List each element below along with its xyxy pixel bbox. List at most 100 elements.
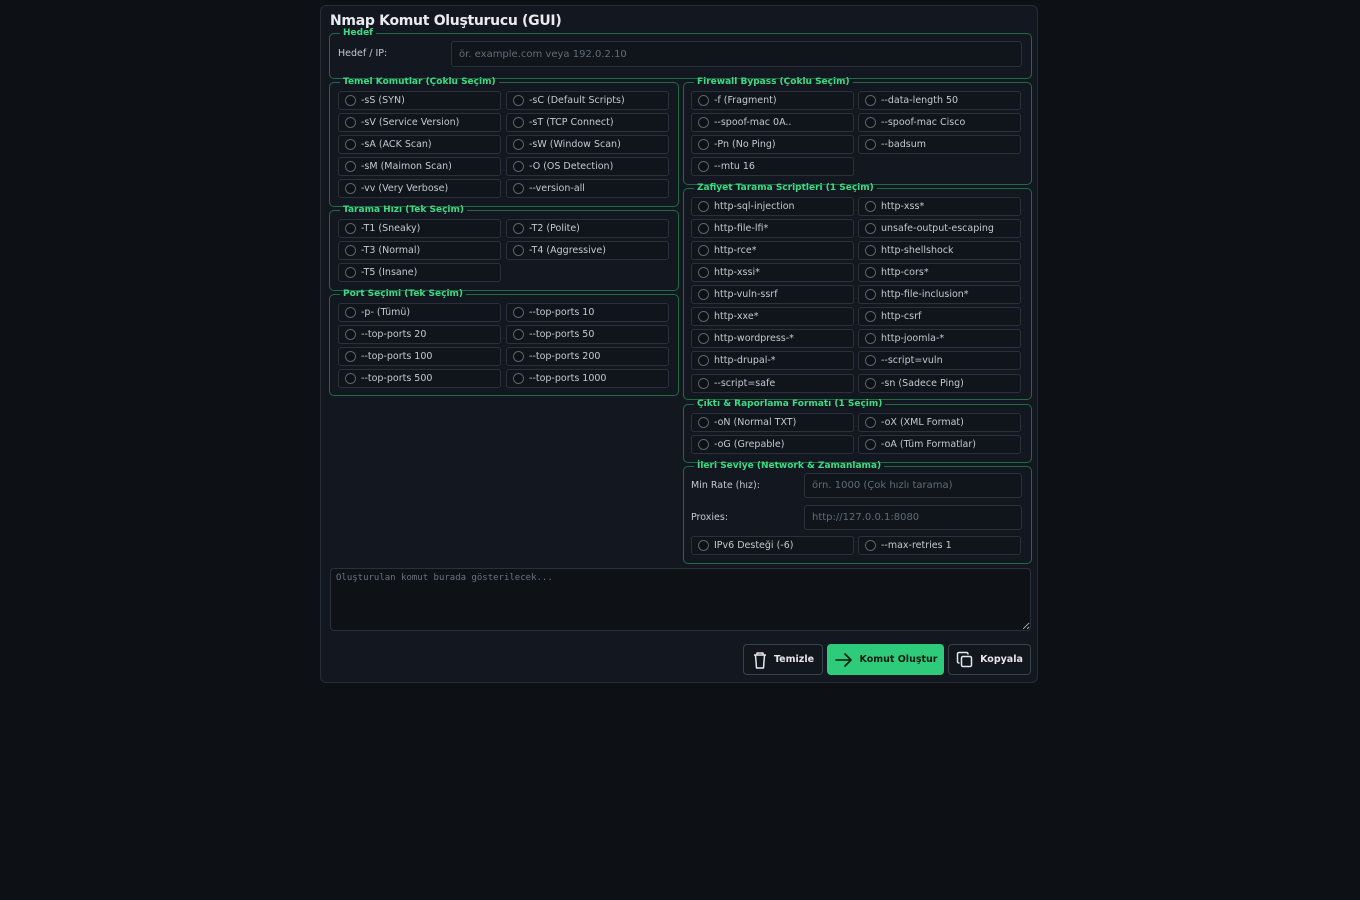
radio-icon[interactable] bbox=[865, 311, 876, 322]
option-vuln-sql-injection[interactable]: http-sql-injection bbox=[691, 197, 854, 216]
radio-icon[interactable] bbox=[865, 223, 876, 234]
radio-icon[interactable] bbox=[698, 267, 709, 278]
radio-icon[interactable] bbox=[698, 245, 709, 256]
option-timing-t1[interactable]: -T1 (Sneaky) bbox=[338, 219, 501, 238]
option-fw-data-length[interactable]: --data-length 50 bbox=[858, 91, 1021, 110]
checkbox-icon[interactable] bbox=[513, 117, 524, 128]
option-basic-sc[interactable]: -sC (Default Scripts) bbox=[506, 91, 669, 110]
radio-icon[interactable] bbox=[345, 267, 356, 278]
option-vuln-unsafe-output[interactable]: unsafe-output-escaping bbox=[858, 219, 1021, 238]
checkbox-icon[interactable] bbox=[513, 95, 524, 106]
radio-icon[interactable] bbox=[698, 289, 709, 300]
option-vuln-shellshock[interactable]: http-shellshock bbox=[858, 241, 1021, 260]
radio-icon[interactable] bbox=[698, 355, 709, 366]
min-rate-input[interactable] bbox=[804, 473, 1022, 498]
option-ports-top10[interactable]: --top-ports 10 bbox=[506, 303, 669, 322]
option-vuln-rce[interactable]: http-rce* bbox=[691, 241, 854, 260]
option-ports-top200[interactable]: --top-ports 200 bbox=[506, 347, 669, 366]
checkbox-icon[interactable] bbox=[513, 183, 524, 194]
option-basic-vv[interactable]: -vv (Very Verbose) bbox=[338, 179, 501, 198]
option-fw-fragment[interactable]: -f (Fragment) bbox=[691, 91, 854, 110]
checkbox-icon[interactable] bbox=[345, 139, 356, 150]
checkbox-icon[interactable] bbox=[698, 161, 709, 172]
option-basic-version-all[interactable]: --version-all bbox=[506, 179, 669, 198]
option-ports-top100[interactable]: --top-ports 100 bbox=[338, 347, 501, 366]
option-vuln-cors[interactable]: http-cors* bbox=[858, 263, 1021, 282]
checkbox-icon[interactable] bbox=[513, 139, 524, 150]
option-basic-sv[interactable]: -sV (Service Version) bbox=[338, 113, 501, 132]
radio-icon[interactable] bbox=[865, 378, 876, 389]
radio-icon[interactable] bbox=[698, 378, 709, 389]
option-vuln-file-inclusion[interactable]: http-file-inclusion* bbox=[858, 285, 1021, 304]
radio-icon[interactable] bbox=[698, 201, 709, 212]
radio-icon[interactable] bbox=[345, 307, 356, 318]
option-output-normal[interactable]: -oN (Normal TXT) bbox=[691, 413, 854, 432]
checkbox-icon[interactable] bbox=[865, 95, 876, 106]
checkbox-icon[interactable] bbox=[698, 540, 709, 551]
radio-icon[interactable] bbox=[345, 351, 356, 362]
option-vuln-xxe[interactable]: http-xxe* bbox=[691, 307, 854, 326]
radio-icon[interactable] bbox=[513, 351, 524, 362]
radio-icon[interactable] bbox=[698, 439, 709, 450]
target-input[interactable] bbox=[451, 41, 1022, 67]
option-ports-all[interactable]: -p- (Tümü) bbox=[338, 303, 501, 322]
option-ports-top20[interactable]: --top-ports 20 bbox=[338, 325, 501, 344]
clear-button[interactable]: Temizle bbox=[743, 644, 823, 675]
option-basic-sw[interactable]: -sW (Window Scan) bbox=[506, 135, 669, 154]
option-timing-t4[interactable]: -T4 (Aggressive) bbox=[506, 241, 669, 260]
command-output[interactable] bbox=[330, 568, 1031, 631]
checkbox-icon[interactable] bbox=[698, 117, 709, 128]
radio-icon[interactable] bbox=[865, 201, 876, 212]
checkbox-icon[interactable] bbox=[345, 95, 356, 106]
option-timing-t3[interactable]: -T3 (Normal) bbox=[338, 241, 501, 260]
option-basic-o[interactable]: -O (OS Detection) bbox=[506, 157, 669, 176]
option-basic-sm[interactable]: -sM (Maimon Scan) bbox=[338, 157, 501, 176]
option-vuln-joomla[interactable]: http-joomla-* bbox=[858, 329, 1021, 348]
option-vuln-ssrf[interactable]: http-vuln-ssrf bbox=[691, 285, 854, 304]
option-ipv6[interactable]: IPv6 Desteği (-6) bbox=[691, 536, 854, 555]
radio-icon[interactable] bbox=[865, 289, 876, 300]
radio-icon[interactable] bbox=[698, 311, 709, 322]
radio-icon[interactable] bbox=[513, 223, 524, 234]
checkbox-icon[interactable] bbox=[345, 161, 356, 172]
radio-icon[interactable] bbox=[698, 223, 709, 234]
radio-icon[interactable] bbox=[865, 245, 876, 256]
option-vuln-file-lfi[interactable]: http-file-lfi* bbox=[691, 219, 854, 238]
option-output-xml[interactable]: -oX (XML Format) bbox=[858, 413, 1021, 432]
option-ports-top500[interactable]: --top-ports 500 bbox=[338, 369, 501, 388]
radio-icon[interactable] bbox=[513, 373, 524, 384]
checkbox-icon[interactable] bbox=[513, 161, 524, 172]
option-vuln-wordpress[interactable]: http-wordpress-* bbox=[691, 329, 854, 348]
option-fw-spoof-mac-0a[interactable]: --spoof-mac 0A.. bbox=[691, 113, 854, 132]
option-basic-ss[interactable]: -sS (SYN) bbox=[338, 91, 501, 110]
radio-icon[interactable] bbox=[698, 333, 709, 344]
radio-icon[interactable] bbox=[698, 417, 709, 428]
radio-icon[interactable] bbox=[345, 245, 356, 256]
proxies-input[interactable] bbox=[804, 505, 1022, 530]
radio-icon[interactable] bbox=[345, 223, 356, 234]
option-basic-st[interactable]: -sT (TCP Connect) bbox=[506, 113, 669, 132]
option-timing-t5[interactable]: -T5 (Insane) bbox=[338, 263, 501, 282]
checkbox-icon[interactable] bbox=[698, 139, 709, 150]
option-vuln-script-vuln[interactable]: --script=vuln bbox=[858, 351, 1021, 370]
checkbox-icon[interactable] bbox=[865, 540, 876, 551]
option-vuln-ping-only[interactable]: -sn (Sadece Ping) bbox=[858, 374, 1021, 393]
option-vuln-csrf[interactable]: http-csrf bbox=[858, 307, 1021, 326]
option-fw-badsum[interactable]: --badsum bbox=[858, 135, 1021, 154]
option-basic-sa[interactable]: -sA (ACK Scan) bbox=[338, 135, 501, 154]
radio-icon[interactable] bbox=[865, 417, 876, 428]
radio-icon[interactable] bbox=[513, 245, 524, 256]
checkbox-icon[interactable] bbox=[345, 183, 356, 194]
radio-icon[interactable] bbox=[345, 373, 356, 384]
option-ports-top50[interactable]: --top-ports 50 bbox=[506, 325, 669, 344]
radio-icon[interactable] bbox=[865, 355, 876, 366]
checkbox-icon[interactable] bbox=[865, 117, 876, 128]
radio-icon[interactable] bbox=[865, 439, 876, 450]
radio-icon[interactable] bbox=[513, 329, 524, 340]
option-vuln-script-safe[interactable]: --script=safe bbox=[691, 374, 854, 393]
checkbox-icon[interactable] bbox=[345, 117, 356, 128]
option-timing-t2[interactable]: -T2 (Polite) bbox=[506, 219, 669, 238]
option-vuln-xssi[interactable]: http-xssi* bbox=[691, 263, 854, 282]
checkbox-icon[interactable] bbox=[698, 95, 709, 106]
option-max-retries[interactable]: --max-retries 1 bbox=[858, 536, 1021, 555]
